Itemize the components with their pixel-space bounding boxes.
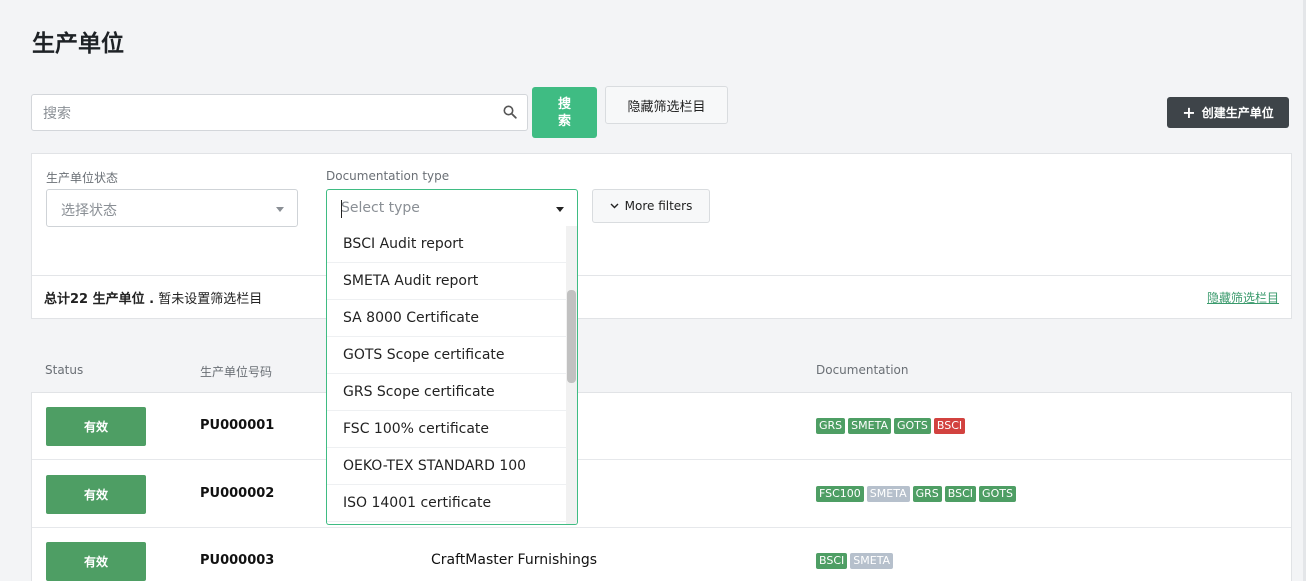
option-fsc-100-certificate[interactable]: FSC 100% certificate (327, 411, 567, 448)
dropdown-scrollbar[interactable] (566, 226, 577, 524)
row-divider (32, 459, 1291, 460)
doc-badge-gots: GOTS (979, 486, 1016, 502)
no-filter-text: 暂未设置筛选栏目 (154, 292, 263, 307)
page-title: 生产单位 (32, 31, 124, 57)
option-sa8000-certificate[interactable]: SA 8000 Certificate (327, 300, 567, 337)
hide-filters-link[interactable]: 隐藏筛选栏目 (1207, 289, 1279, 306)
option-gots-scope-certificate[interactable]: GOTS Scope certificate (327, 337, 567, 374)
status-badge[interactable]: 有效 (46, 475, 146, 514)
doc-badge-grs: GRS (816, 418, 846, 434)
doc-badge-bsci: BSCI (944, 486, 977, 502)
doc-badge-bsci: BSCI (816, 553, 848, 569)
status-select[interactable]: 选择状态 (46, 189, 298, 227)
doc-type-select[interactable]: Select type (326, 189, 578, 227)
text-cursor (341, 200, 342, 218)
chevron-down-icon (610, 203, 619, 209)
row-divider (32, 527, 1291, 528)
doc-badge-fsc100: FSC100 (816, 486, 864, 502)
create-unit-button[interactable]: + 创建生产单位 (1167, 97, 1289, 128)
option-oeko-tex-standard-100[interactable]: OEKO-TEX STANDARD 100 (327, 448, 567, 485)
more-filters-label: More filters (624, 199, 693, 213)
status-select-placeholder: 选择状态 (61, 203, 117, 219)
doc-badges: FSC100 SMETA GRS BSCI GOTS (816, 486, 1016, 502)
doc-badge-smeta: SMETA (866, 486, 910, 502)
search-button-label: 搜索 (557, 96, 571, 129)
doc-type-filter-label: Documentation type (326, 169, 450, 183)
plus-icon: + (1182, 102, 1196, 122)
filter-summary: 总计22 生产单位 . 暂未设置筛选栏目 (44, 288, 262, 307)
search-input[interactable] (32, 95, 505, 132)
doc-type-options: BSCI Audit report SMETA Audit report SA … (327, 226, 567, 522)
doc-badge-gots: GOTS (893, 418, 931, 434)
scrollbar-thumb[interactable] (567, 290, 576, 383)
doc-badges: GRS SMETA GOTS BSCI (816, 418, 966, 434)
search-field[interactable] (31, 94, 528, 132)
option-smeta-audit-report[interactable]: SMETA Audit report (327, 263, 567, 300)
status-badge[interactable]: 有效 (46, 407, 146, 446)
doc-badge-grs: GRS (912, 486, 942, 502)
status-filter-label: 生产单位状态 (46, 171, 119, 185)
chevron-down-icon (276, 207, 284, 212)
column-header-documentation[interactable]: Documentation (816, 363, 909, 377)
total-count-text: 总计22 生产单位 . (44, 292, 155, 307)
more-filters-button[interactable]: More filters (592, 189, 710, 223)
unit-code[interactable]: PU000002 (200, 486, 274, 501)
doc-type-placeholder: Select type (341, 200, 420, 216)
option-iso-14001-certificate[interactable]: ISO 14001 certificate (327, 485, 567, 522)
status-badge[interactable]: 有效 (46, 542, 146, 581)
option-grs-scope-certificate[interactable]: GRS Scope certificate (327, 374, 567, 411)
hide-filters-button[interactable]: 隐藏筛选栏目 (605, 86, 728, 124)
doc-badges: BSCI SMETA (816, 553, 894, 569)
unit-code[interactable]: PU000001 (200, 418, 274, 433)
column-header-status[interactable]: Status (45, 363, 83, 377)
create-unit-label: 创建生产单位 (1201, 106, 1274, 120)
doc-badge-bsci: BSCI (933, 418, 966, 434)
option-bsci-audit-report[interactable]: BSCI Audit report (327, 226, 567, 263)
filter-divider (32, 275, 1291, 276)
doc-type-dropdown: BSCI Audit report SMETA Audit report SA … (326, 226, 578, 525)
doc-badge-smeta: SMETA (848, 418, 891, 434)
chevron-down-icon (556, 207, 564, 212)
unit-name[interactable]: CraftMaster Furnishings (431, 552, 597, 568)
search-icon[interactable] (503, 105, 517, 119)
unit-code[interactable]: PU000003 (200, 553, 274, 568)
column-header-code[interactable]: 生产单位号码 (200, 363, 272, 380)
search-button[interactable]: 搜索 (532, 87, 597, 138)
doc-badge-smeta: SMETA (850, 553, 894, 569)
